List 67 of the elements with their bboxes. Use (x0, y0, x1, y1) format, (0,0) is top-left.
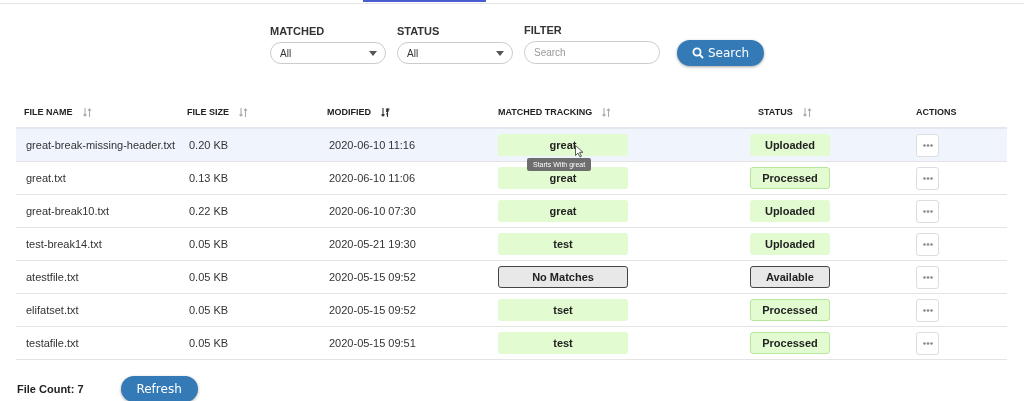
refresh-button[interactable]: Refresh (120, 376, 198, 401)
table-cell-text: 2020-06-10 11:06 (328, 172, 417, 184)
filter-label: STATUS (397, 25, 441, 37)
more-button[interactable] (916, 199, 939, 223)
more-button[interactable] (916, 133, 939, 157)
more-button[interactable] (916, 331, 939, 355)
match-tag: great (498, 200, 628, 222)
more-icon (922, 275, 933, 279)
column-header: FILE NAME (24, 107, 73, 117)
more-button[interactable] (916, 232, 939, 256)
table-cell-text: great-break-missing-header.txt (25, 139, 177, 151)
more-icon (922, 242, 933, 246)
status-tag: Processed (750, 299, 830, 321)
table-cell-text: great-break10.txt (25, 205, 111, 217)
match-tag: No Matches (498, 266, 628, 288)
more-icon (922, 143, 933, 147)
search-icon (691, 47, 704, 59)
more-button[interactable] (916, 298, 939, 322)
match-tag: tset (498, 299, 628, 321)
more-button[interactable] (916, 166, 939, 190)
column-header: ACTIONS (916, 107, 957, 117)
table-cell-text: atestfile.txt (25, 271, 80, 283)
caret-icon (496, 50, 504, 56)
filter-label: FILTER (524, 24, 563, 36)
column-header: STATUS (758, 107, 793, 117)
status-tag: Available (750, 266, 830, 288)
table-cell-text: 0.05 KB (188, 304, 230, 316)
match-tag: test (498, 332, 628, 354)
search-field[interactable]: Search (524, 41, 660, 64)
cursor-icon (575, 145, 584, 158)
status-tag: Processed (750, 167, 830, 189)
more-button[interactable] (916, 265, 939, 289)
filter-label: MATCHED (270, 25, 326, 37)
table-cell-text: 2020-05-21 19:30 (328, 238, 417, 250)
file-count: File Count: 7 (17, 383, 84, 395)
column-header: MODIFIED (327, 107, 371, 117)
match-tag: test (498, 233, 628, 255)
match-tag: great (498, 134, 628, 156)
table-cell-text: great.txt (25, 172, 67, 184)
table-cell-text: 0.22 KB (188, 205, 230, 217)
table-cell-text: testafile.txt (25, 337, 80, 349)
table-cell-text: 2020-05-15 09:52 (328, 304, 417, 316)
table-cell-text: 0.13 KB (188, 172, 230, 184)
more-icon (922, 209, 933, 213)
status-tag: Uploaded (750, 233, 830, 255)
table-cell-text: 2020-05-15 09:52 (328, 271, 417, 283)
caret-icon (369, 50, 377, 56)
column-header: FILE SIZE (187, 107, 229, 117)
status-tag: Processed (750, 332, 830, 354)
table-cell-text: 0.20 KB (188, 139, 230, 151)
table-cell-text: 2020-05-15 09:51 (328, 337, 417, 349)
table-cell-text: elifatset.txt (25, 304, 80, 316)
more-icon (922, 176, 933, 180)
status-tag: Uploaded (750, 200, 830, 222)
table-row[interactable]: great-break-missing-header.txt 0.20 KB 2020-06-10 11:16 great Uploaded (16, 129, 1007, 162)
column-header: MATCHED TRACKING (498, 107, 593, 117)
table-cell-text: 0.05 KB (188, 271, 230, 283)
more-icon (922, 341, 933, 345)
status-tag: Uploaded (750, 134, 830, 156)
table-cell-text: 0.05 KB (188, 238, 230, 250)
table-cell-text: 2020-06-10 07:30 (328, 205, 417, 217)
table-cell-text: 0.05 KB (188, 337, 230, 349)
sort-icon[interactable] (381, 107, 390, 117)
table-cell-text: 2020-06-10 11:16 (328, 139, 417, 151)
search-button[interactable]: Search (677, 40, 764, 66)
more-icon (922, 308, 933, 312)
table-cell-text: test-break14.txt (25, 238, 103, 250)
